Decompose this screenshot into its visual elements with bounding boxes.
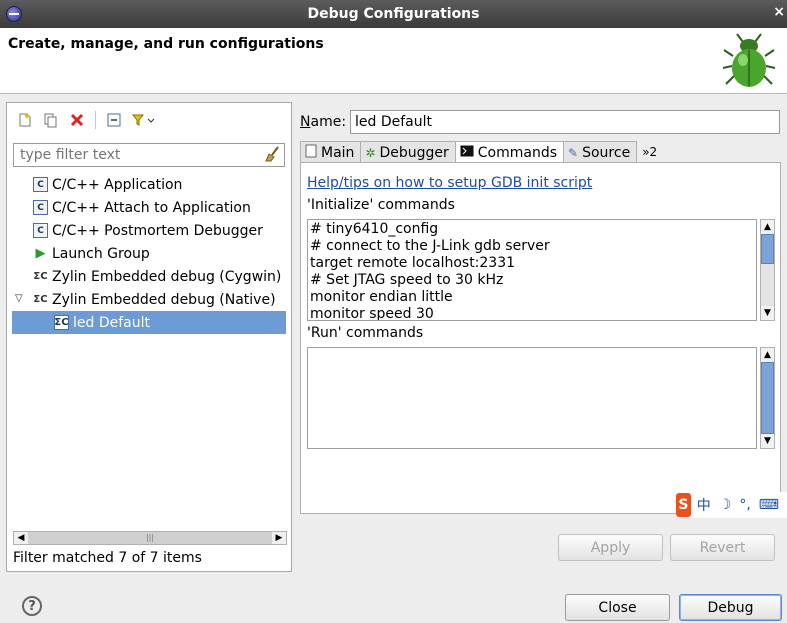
config-tree: C C/C++ Application C C/C++ Attach to Ap… bbox=[7, 173, 291, 334]
tree-item-label: C/C++ Postmortem Debugger bbox=[52, 222, 263, 239]
filter-status: Filter matched 7 of 7 items bbox=[13, 550, 202, 566]
init-commands-label: 'Initialize' commands bbox=[307, 197, 455, 213]
eclipse-icon bbox=[6, 6, 22, 22]
scroll-thumb[interactable] bbox=[761, 362, 774, 434]
launch-config-tree-pane: C C/C++ Application C C/C++ Attach to Ap… bbox=[6, 102, 292, 572]
tree-item-led-default[interactable]: ƩC led Default bbox=[12, 311, 286, 334]
apply-button[interactable]: Apply bbox=[558, 534, 663, 561]
dialog-subtitle: Create, manage, and run configurations bbox=[8, 36, 324, 52]
dialog-header: Create, manage, and run configurations bbox=[0, 28, 787, 94]
moon-icon[interactable]: ☽ bbox=[719, 497, 732, 513]
toolbar-separator bbox=[95, 111, 96, 129]
tab-commands[interactable]: Commands bbox=[454, 141, 565, 163]
tree-item-c-attach[interactable]: C C/C++ Attach to Application bbox=[7, 196, 291, 219]
debug-button[interactable]: Debug bbox=[679, 594, 782, 621]
name-label: Name: bbox=[300, 114, 347, 130]
ime-chinese-mode[interactable]: 中 bbox=[697, 495, 711, 515]
tabs-overflow[interactable]: »2 bbox=[636, 141, 657, 163]
tree-item-c-application[interactable]: C C/C++ Application bbox=[7, 173, 291, 196]
tree-item-label: led Default bbox=[73, 314, 150, 331]
ime-toolbar[interactable]: S 中 ☽ °, ⌨ bbox=[676, 492, 787, 518]
filter-field[interactable] bbox=[13, 143, 285, 167]
tree-item-zylin-cygwin[interactable]: ƩC Zylin Embedded debug (Cygwin) bbox=[7, 265, 291, 288]
sogou-logo-icon[interactable]: S bbox=[676, 493, 691, 517]
clear-filter-icon[interactable] bbox=[264, 146, 282, 164]
commands-tab-icon bbox=[460, 145, 474, 160]
c-app-icon: C bbox=[33, 177, 48, 192]
c-attach-icon: C bbox=[33, 200, 48, 215]
keyboard-icon[interactable]: ⌨ bbox=[759, 497, 779, 513]
close-button[interactable]: Close bbox=[565, 594, 670, 621]
zylin-icon: ƩC bbox=[33, 294, 48, 305]
tree-item-launch-group[interactable]: ▶ Launch Group bbox=[7, 242, 291, 265]
scroll-right-icon[interactable]: ▶ bbox=[272, 532, 286, 544]
scroll-down-icon[interactable]: ▼ bbox=[761, 306, 774, 320]
delete-config-icon[interactable] bbox=[67, 110, 87, 130]
title-bar: Debug Configurations × bbox=[0, 0, 787, 28]
bug-icon bbox=[722, 33, 776, 87]
tree-toolbar bbox=[15, 109, 156, 131]
scroll-down-icon[interactable]: ▼ bbox=[761, 434, 774, 448]
expand-arrow-icon[interactable]: ▽ bbox=[15, 293, 23, 304]
scroll-thumb[interactable] bbox=[761, 234, 774, 264]
commands-tab-content: Help/tips on how to setup GDB init scrip… bbox=[300, 162, 781, 514]
scroll-up-icon[interactable]: ▲ bbox=[761, 348, 774, 362]
tab-main[interactable]: Main bbox=[300, 141, 362, 163]
tree-item-label: Zylin Embedded debug (Cygwin) bbox=[52, 268, 282, 285]
tree-item-label: Launch Group bbox=[52, 245, 150, 262]
filter-input[interactable] bbox=[18, 145, 264, 165]
zylin-config-icon: ƩC bbox=[54, 315, 69, 330]
tree-item-zylin-native[interactable]: ▽ ƩC Zylin Embedded debug (Native) bbox=[7, 288, 291, 311]
debugger-tab-icon: ✲ bbox=[365, 145, 376, 160]
tree-item-label: Zylin Embedded debug (Native) bbox=[52, 291, 276, 308]
init-commands-scrollbar[interactable]: ▲ ▼ bbox=[760, 219, 775, 321]
tab-source[interactable]: ✎ Source bbox=[563, 141, 638, 163]
source-tab-icon: ✎ bbox=[568, 145, 579, 160]
launch-group-icon: ▶ bbox=[35, 246, 46, 261]
collapse-all-icon[interactable] bbox=[104, 110, 124, 130]
tree-item-c-postmortem[interactable]: C C/C++ Postmortem Debugger bbox=[7, 219, 291, 242]
new-config-icon[interactable] bbox=[15, 110, 35, 130]
tree-item-label: C/C++ Attach to Application bbox=[52, 199, 251, 216]
zylin-icon: ƩC bbox=[33, 271, 48, 282]
tree-item-label: C/C++ Application bbox=[52, 176, 183, 193]
window-title: Debug Configurations bbox=[307, 6, 480, 22]
main-tab-icon bbox=[305, 144, 317, 161]
tab-debugger[interactable]: ✲ Debugger bbox=[360, 141, 456, 163]
run-commands-label: 'Run' commands bbox=[307, 325, 424, 341]
scroll-thumb[interactable]: ||| bbox=[28, 532, 272, 544]
run-commands-scrollbar[interactable]: ▲ ▼ bbox=[760, 347, 775, 449]
scroll-left-icon[interactable]: ◀ bbox=[14, 532, 28, 544]
filter-menu-icon[interactable] bbox=[130, 110, 156, 130]
run-commands-textarea[interactable] bbox=[307, 347, 757, 449]
punctuation-icon[interactable]: °, bbox=[739, 497, 750, 513]
init-commands-textarea[interactable]: # tiny6410_config # connect to the J-Link… bbox=[307, 219, 757, 321]
revert-button[interactable]: Revert bbox=[670, 534, 775, 561]
config-tabs: Main ✲ Debugger Commands ✎ Source »2 bbox=[300, 141, 657, 163]
close-icon[interactable]: × bbox=[773, 4, 785, 20]
duplicate-config-icon[interactable] bbox=[41, 110, 61, 130]
scroll-up-icon[interactable]: ▲ bbox=[761, 220, 774, 234]
c-postmortem-icon: C bbox=[33, 223, 48, 238]
tree-horizontal-scrollbar[interactable]: ◀ ||| ▶ bbox=[13, 531, 287, 545]
name-input[interactable] bbox=[350, 110, 780, 134]
help-icon[interactable]: ? bbox=[22, 596, 42, 616]
gdb-help-link[interactable]: Help/tips on how to setup GDB init scrip… bbox=[307, 175, 592, 191]
